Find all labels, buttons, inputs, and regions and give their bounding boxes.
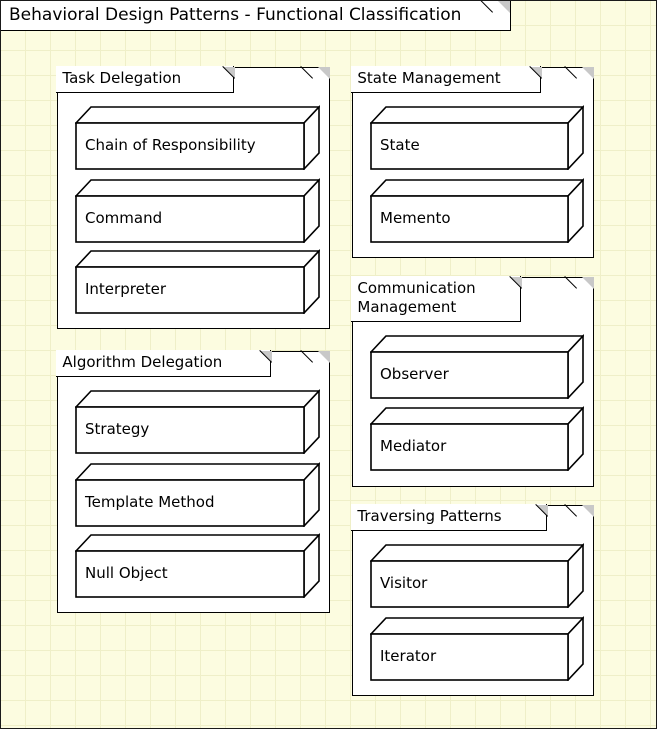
fold-corner-icon (318, 67, 330, 79)
node-command[interactable]: Command (75, 178, 320, 243)
node-chain-of-responsibility[interactable]: Chain of Responsibility (75, 105, 320, 170)
package-title-algorithm-delegation: Algorithm Delegation (56, 350, 272, 378)
node-label: Observer (380, 365, 449, 383)
node-mediator[interactable]: Mediator (370, 406, 584, 471)
page-title: Behavioral Design Patterns - Functional … (9, 5, 462, 25)
fold-corner-line-icon (300, 66, 314, 79)
package-title-task-delegation: Task Delegation (56, 66, 235, 94)
diagram-title-banner: Behavioral Design Patterns - Functional … (1, 1, 511, 31)
package-traversing-patterns[interactable]: Traversing Patterns Visitor Iterator (351, 504, 594, 696)
node-label: State (380, 136, 420, 154)
node-label: Memento (380, 209, 451, 227)
node-label: Command (85, 209, 163, 227)
package-algorithm-delegation[interactable]: Algorithm Delegation Strategy Template M… (56, 350, 330, 613)
fold-corner-line-icon (300, 350, 314, 363)
node-label: Strategy (85, 420, 150, 438)
node-strategy[interactable]: Strategy (75, 389, 320, 454)
node-interpreter[interactable]: Interpreter (75, 249, 320, 314)
fold-corner-icon (582, 505, 594, 517)
package-task-delegation[interactable]: Task Delegation Chain of Responsibility … (56, 66, 330, 329)
node-label: Interpreter (85, 280, 167, 298)
node-visitor[interactable]: Visitor (370, 543, 584, 608)
node-memento[interactable]: Memento (370, 178, 584, 243)
node-label: Template Method (85, 493, 215, 511)
node-label: Chain of Responsibility (85, 136, 256, 154)
node-label: Iterator (380, 647, 437, 665)
node-observer[interactable]: Observer (370, 334, 584, 399)
node-iterator[interactable]: Iterator (370, 616, 584, 681)
package-title-traversing-patterns: Traversing Patterns (351, 504, 548, 532)
fold-corner-line-icon (564, 66, 578, 79)
package-title-communication-management: Communication Management (351, 276, 522, 323)
package-title-state-management: State Management (351, 66, 542, 94)
fold-corner-icon (582, 67, 594, 79)
package-state-management[interactable]: State Management State Memento (351, 66, 594, 258)
fold-corner-line-icon (564, 504, 578, 517)
node-template-method[interactable]: Template Method (75, 462, 320, 527)
node-null-object[interactable]: Null Object (75, 533, 320, 598)
fold-corner-icon (318, 351, 330, 363)
diagram-canvas: Behavioral Design Patterns - Functional … (0, 0, 657, 729)
node-label: Visitor (380, 574, 428, 592)
node-state[interactable]: State (370, 105, 584, 170)
fold-corner-icon (498, 1, 510, 13)
fold-corner-icon (582, 277, 594, 289)
fold-corner-line-icon (564, 276, 578, 289)
node-label: Mediator (380, 437, 447, 455)
node-label: Null Object (85, 564, 168, 582)
package-communication-management[interactable]: Communication Management Observer Mediat… (351, 276, 594, 487)
